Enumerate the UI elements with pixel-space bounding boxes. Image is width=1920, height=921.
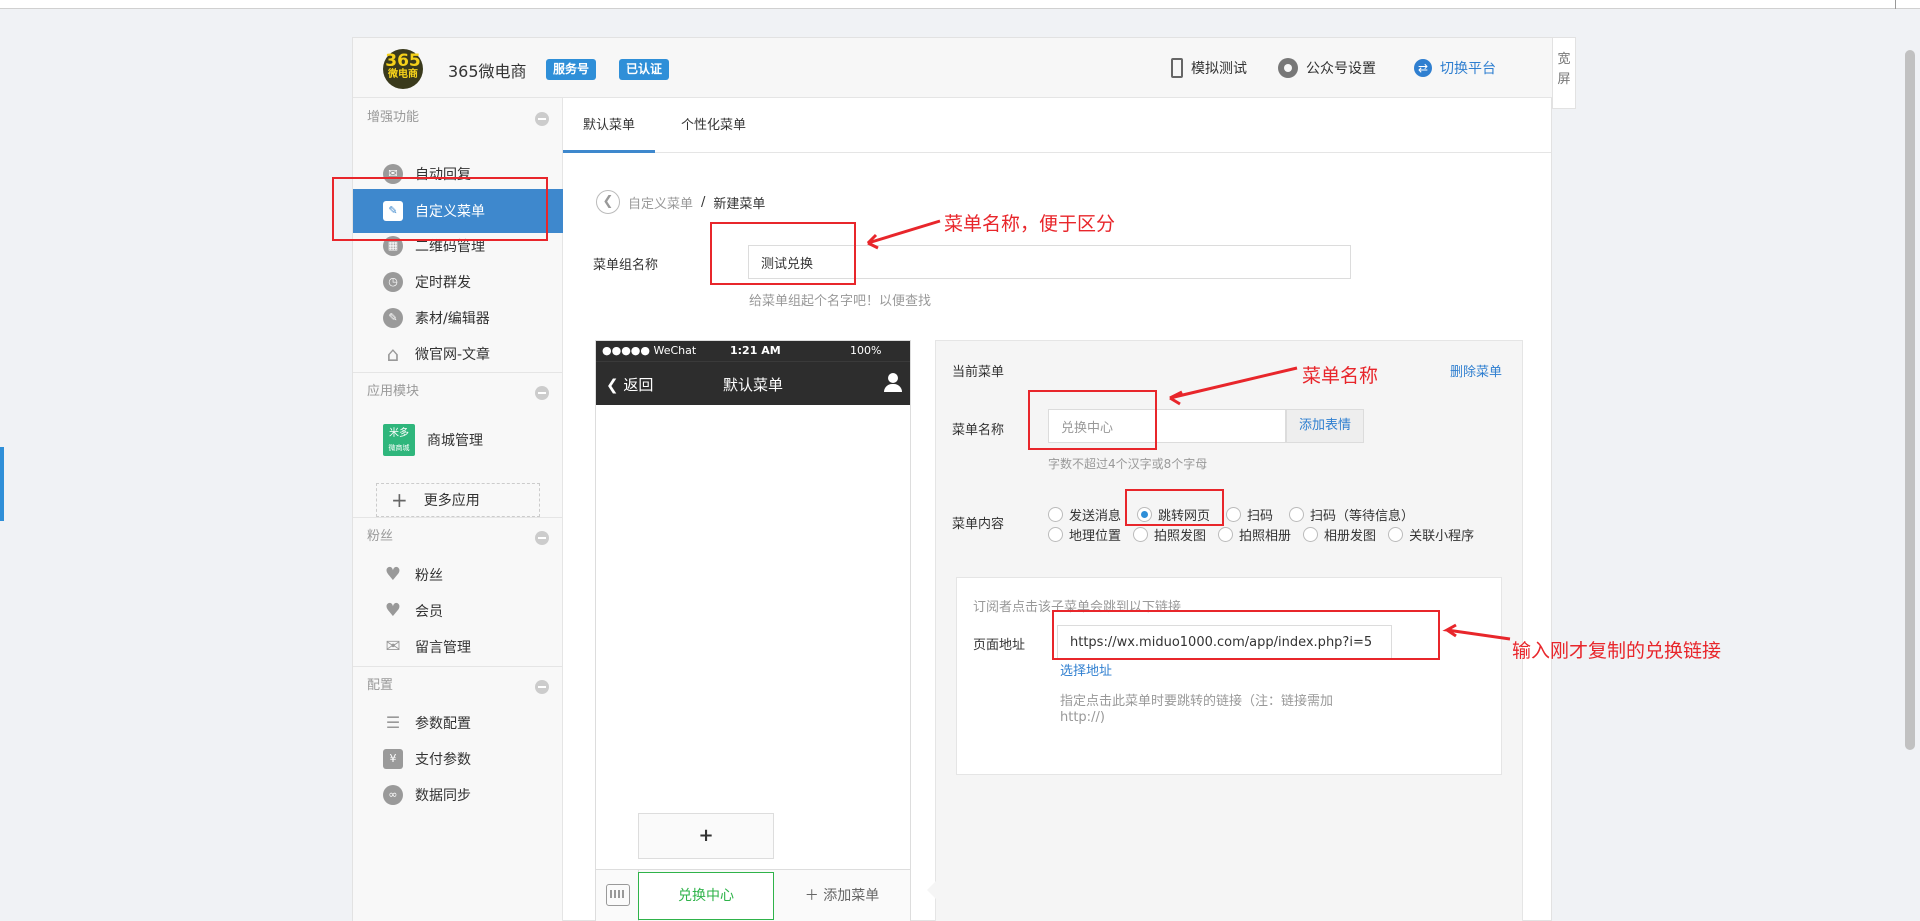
annotation-menu-name: 菜单名称 bbox=[1302, 365, 1379, 387]
annotation-paste-link: 输入刚才复制的兑换链接 bbox=[1512, 640, 1722, 662]
annotation-menu-group-name: 菜单名称，便于区分 bbox=[944, 213, 1116, 235]
page-scrollbar[interactable] bbox=[1902, 50, 1918, 750]
arrow-3 bbox=[1442, 623, 1511, 641]
arrow-2 bbox=[1169, 366, 1298, 406]
arrow-1 bbox=[866, 219, 941, 250]
annotation-arrows bbox=[866, 219, 1511, 641]
scrollbar-thumb[interactable] bbox=[1905, 50, 1915, 750]
